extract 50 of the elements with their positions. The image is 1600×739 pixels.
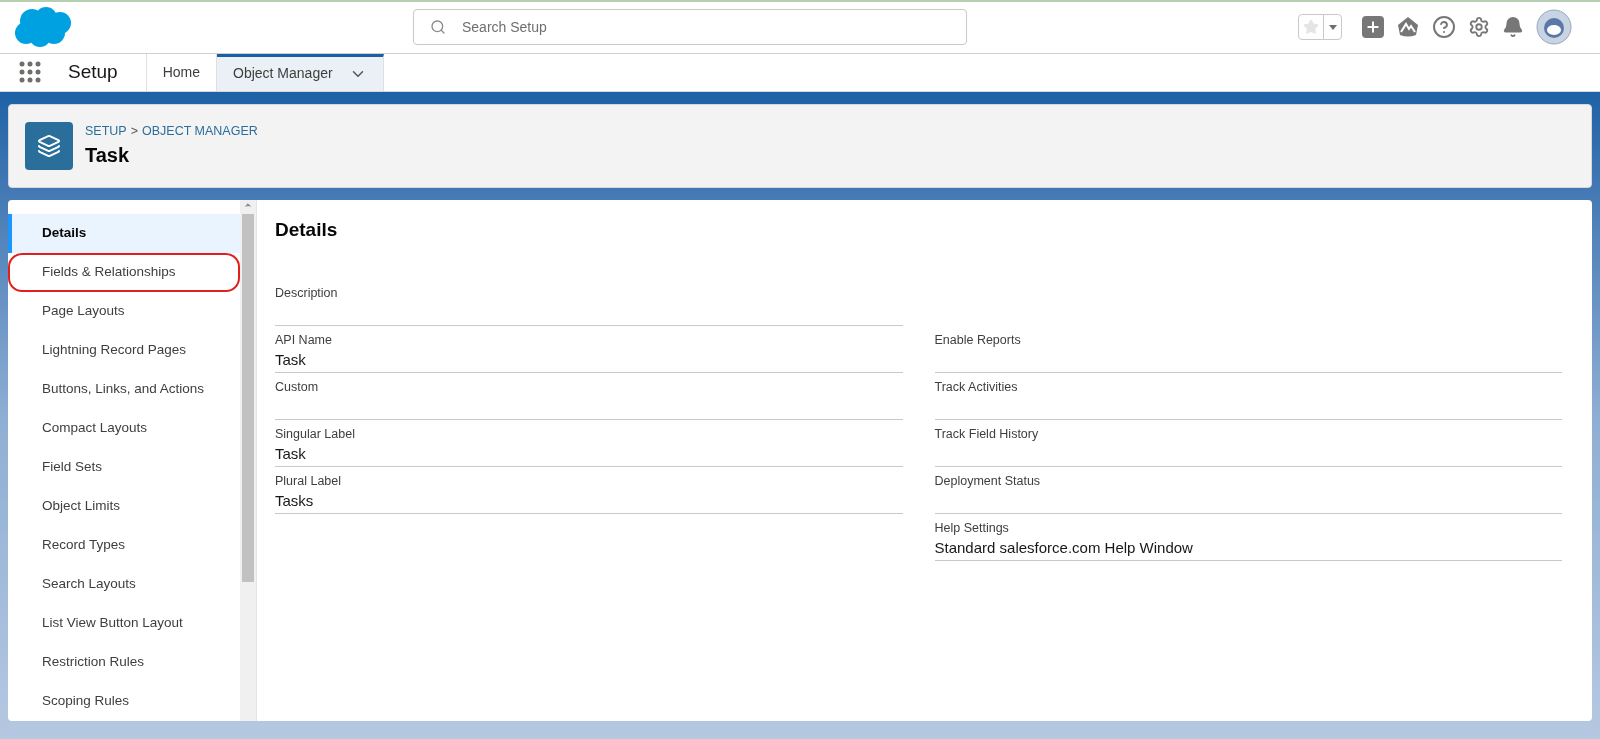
sidebar-item[interactable]: Record Types <box>8 526 240 565</box>
search-input[interactable]: Search Setup <box>462 16 950 38</box>
sidebar-item[interactable]: Scoping Rules <box>8 682 240 721</box>
sidebar-item[interactable]: Buttons, Links, and Actions <box>8 370 240 409</box>
field-value: Task <box>275 349 307 370</box>
caret-icon <box>1328 24 1337 30</box>
help-icon[interactable] <box>1432 15 1456 40</box>
avatar-icon[interactable] <box>1536 9 1572 46</box>
field-label: Deployment Status <box>934 472 1042 490</box>
nav-tab[interactable]: Object Manager <box>217 53 384 91</box>
sidebar-item[interactable]: List View Button Layout <box>8 604 240 643</box>
sidebar-item[interactable]: Fields & Relationships <box>8 253 240 292</box>
search-bar[interactable]: Search Setup <box>413 9 967 46</box>
app-launcher-icon[interactable] <box>19 61 41 84</box>
scroll-up-icon[interactable] <box>243 200 253 210</box>
section-title: Details <box>275 218 339 242</box>
trailhead-icon[interactable] <box>1396 16 1420 39</box>
search-icon <box>430 19 446 36</box>
breadcrumb-link[interactable]: SETUP <box>85 121 127 141</box>
sidebar-item[interactable]: Lightning Record Pages <box>8 331 240 370</box>
breadcrumb-separator: > <box>130 122 138 140</box>
add-button[interactable] <box>1362 16 1384 39</box>
sidebar-item[interactable]: Restriction Rules <box>8 643 240 682</box>
page-title: Task <box>85 143 131 169</box>
app-name: Setup <box>68 60 118 85</box>
sidebar-item[interactable]: Page Layouts <box>8 292 240 331</box>
field-label: Enable Reports <box>934 331 1022 349</box>
field-label: API Name <box>275 331 333 349</box>
field-label: Custom <box>275 378 320 396</box>
star-icon <box>1303 19 1319 36</box>
field-label: Singular Label <box>275 425 356 443</box>
field-label: Description <box>275 284 339 302</box>
scrollbar[interactable] <box>240 200 256 721</box>
field-value: Standard salesforce.com Help Window <box>934 537 1194 558</box>
sidebar-item[interactable]: Object Limits <box>8 487 240 526</box>
field-value: Tasks <box>275 490 315 511</box>
settings-icon[interactable] <box>1468 16 1490 39</box>
field-label: Help Settings <box>934 519 1010 537</box>
stack-icon <box>37 134 61 158</box>
field-value: Task <box>275 443 307 464</box>
sidebar-item[interactable]: Details <box>8 214 240 253</box>
field-label: Track Field History <box>934 425 1040 443</box>
sidebar-item[interactable]: Compact Layouts <box>8 409 240 448</box>
breadcrumb-link[interactable]: OBJECT MANAGER <box>142 121 258 141</box>
field-label: Plural Label <box>275 472 342 490</box>
notifications-icon[interactable] <box>1502 16 1524 39</box>
sidebar-item[interactable]: Search Layouts <box>8 565 240 604</box>
cloud-logo[interactable] <box>12 5 74 50</box>
sidebar-item[interactable]: Field Sets <box>8 448 240 487</box>
field-label: Track Activities <box>934 378 1019 396</box>
